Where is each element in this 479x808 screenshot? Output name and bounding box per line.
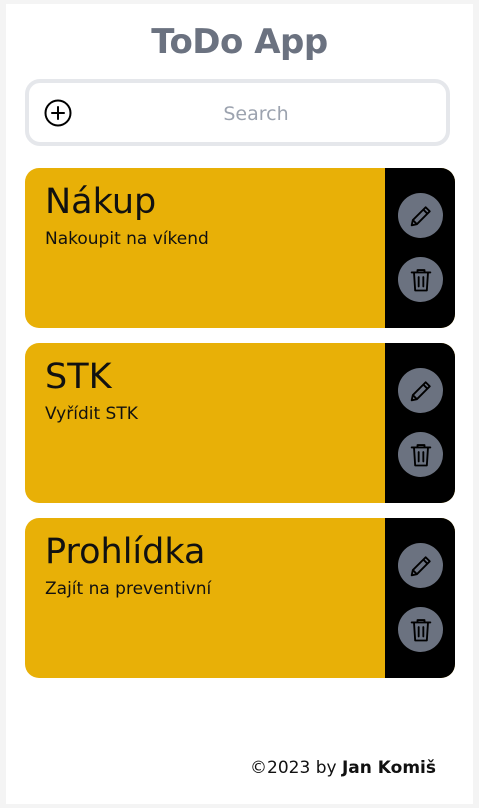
search-input[interactable] xyxy=(89,97,423,131)
plus-circle-icon[interactable] xyxy=(44,99,72,127)
page-title: ToDo App xyxy=(151,22,328,62)
trash-icon xyxy=(410,268,431,291)
todo-title: Nákup xyxy=(45,182,157,222)
pencil-icon xyxy=(410,555,431,576)
todo-actions-panel xyxy=(385,343,455,503)
todo-actions-panel xyxy=(385,168,455,328)
pencil-icon xyxy=(410,380,431,401)
todo-content: Prohlídka Zajít na preventivní xyxy=(25,518,385,678)
search-bar xyxy=(25,79,450,146)
delete-button[interactable] xyxy=(398,432,443,477)
footer-copyright: ©2023 by xyxy=(250,758,337,778)
todo-content: Nákup Nakoupit na víkend xyxy=(25,168,385,328)
todo-description: Vyřídit STK xyxy=(45,404,138,424)
footer-author: Jan Komiš xyxy=(341,758,436,778)
todo-card: STK Vyřídit STK xyxy=(25,343,455,503)
todo-actions-panel xyxy=(385,518,455,678)
delete-button[interactable] xyxy=(398,607,443,652)
todo-content: STK Vyřídit STK xyxy=(25,343,385,503)
footer: ©2023 by Jan Komiš xyxy=(250,758,436,778)
edit-button[interactable] xyxy=(398,543,443,588)
todo-title: STK xyxy=(45,357,112,397)
trash-icon xyxy=(410,618,431,641)
edit-button[interactable] xyxy=(398,368,443,413)
todo-card: Nákup Nakoupit na víkend xyxy=(25,168,455,328)
trash-icon xyxy=(410,443,431,466)
todo-description: Zajít na preventivní xyxy=(45,579,212,599)
edit-button[interactable] xyxy=(398,193,443,238)
pencil-icon xyxy=(410,205,431,226)
todo-description: Nakoupit na víkend xyxy=(45,229,209,249)
todo-card: Prohlídka Zajít na preventivní xyxy=(25,518,455,678)
todo-title: Prohlídka xyxy=(45,532,206,572)
app-container: ToDo App Nákup Nakoupit na víkend xyxy=(6,4,473,804)
delete-button[interactable] xyxy=(398,257,443,302)
